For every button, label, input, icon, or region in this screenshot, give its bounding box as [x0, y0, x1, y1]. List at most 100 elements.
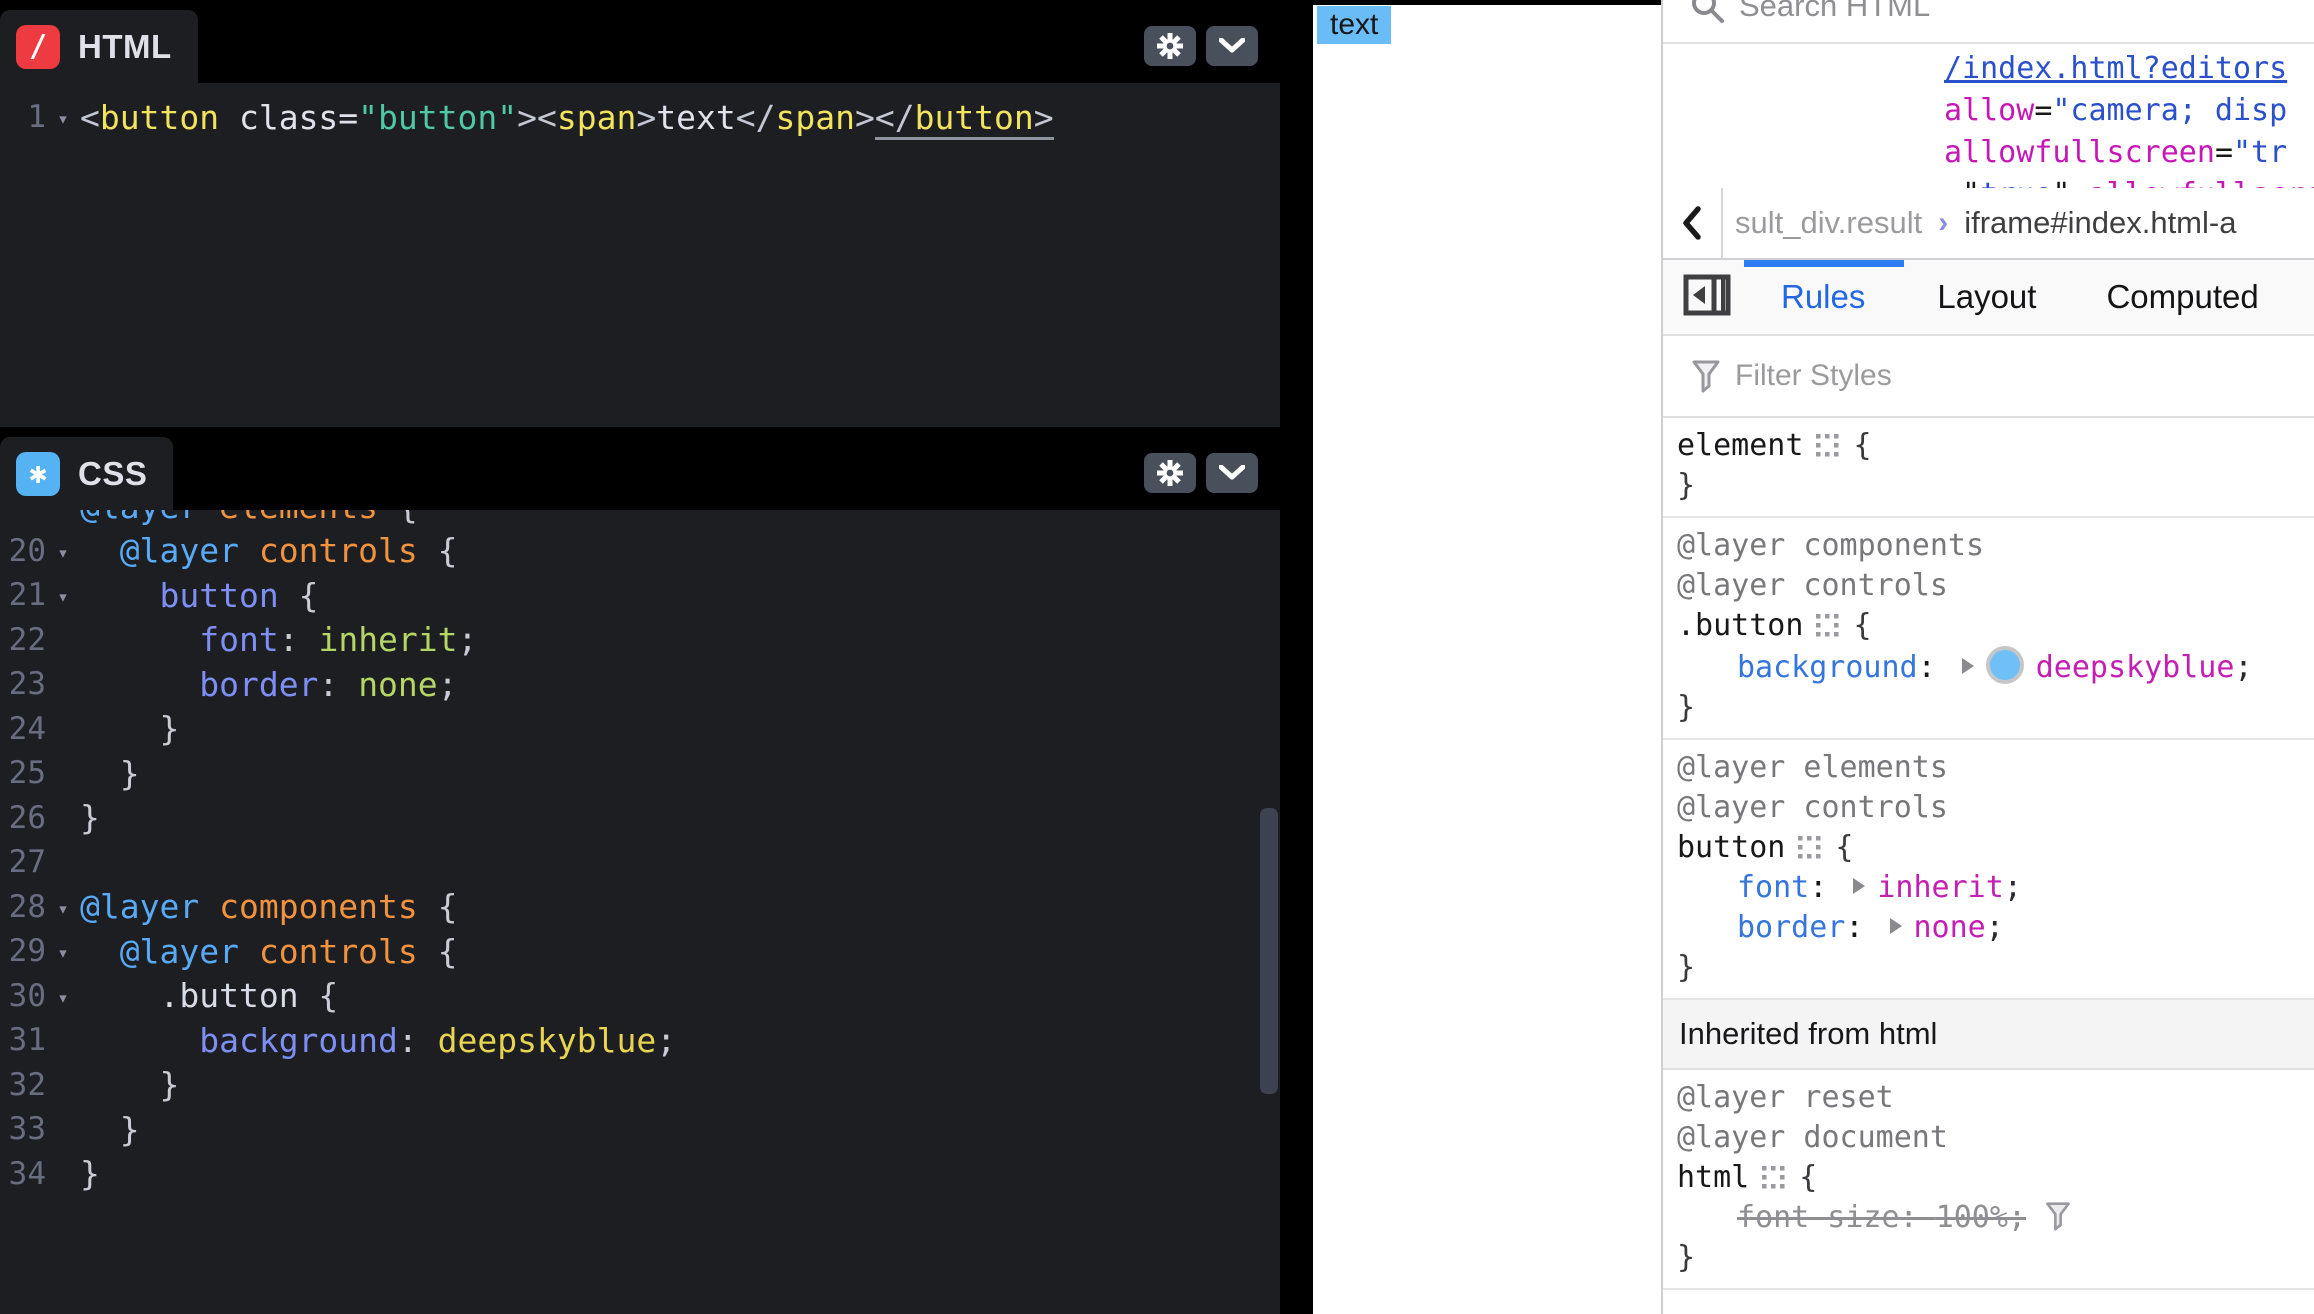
code-line[interactable]: 23 border: none;	[0, 662, 1256, 707]
fold-gutter	[46, 816, 80, 820]
tab-computed[interactable]: Computed	[2106, 278, 2258, 316]
fold-gutter	[46, 1172, 80, 1176]
markup-line[interactable]: allowfullscreen="tr	[1944, 132, 2314, 174]
css-settings-button[interactable]	[1144, 453, 1196, 493]
color-swatch[interactable]	[1986, 646, 2024, 684]
rules-view: element{}@layer components@layer control…	[1663, 418, 2314, 1314]
css-panel-tab[interactable]: ✱ CSS	[0, 437, 173, 510]
fold-gutter	[46, 860, 80, 864]
code-line[interactable]: 27	[0, 840, 1256, 885]
fold-gutter	[46, 727, 80, 731]
markup-view[interactable]: /index.html?editorsallow="camera; dispal…	[1663, 44, 2314, 188]
html-panel-label: HTML	[78, 28, 172, 66]
expand-value-icon[interactable]	[1960, 656, 1976, 676]
line-number: 32	[0, 1067, 46, 1103]
fold-gutter	[46, 1127, 80, 1131]
fold-arrow-icon[interactable]: ▾	[46, 894, 80, 920]
rule-selector[interactable]: element{	[1663, 426, 2314, 466]
code-line[interactable]: 1▾<button class="button"><span>text</spa…	[0, 95, 1256, 140]
code-line[interactable]: 34}	[0, 1152, 1256, 1197]
highlight-selector-icon[interactable]	[1815, 433, 1839, 457]
line-number: 28	[0, 889, 46, 925]
rule-selector[interactable]: html{	[1663, 1158, 2314, 1198]
chevron-down-icon	[1219, 465, 1245, 481]
breadcrumb-item-iframe[interactable]: iframe#index.html-a	[1964, 205, 2236, 241]
rule-selector[interactable]: .button{	[1663, 606, 2314, 646]
editor-preview-divider[interactable]	[1280, 0, 1313, 1314]
html-settings-button[interactable]	[1144, 26, 1196, 66]
preview-top-border	[1313, 0, 1661, 5]
code-line[interactable]: 31 background: deepskyblue;	[0, 1018, 1256, 1063]
code-line[interactable]: 29▾ @layer controls {	[0, 929, 1256, 974]
code-line[interactable]: 21▾ button {	[0, 573, 1256, 618]
code-line[interactable]: 32 }	[0, 1063, 1256, 1108]
tab-layout[interactable]: Layout	[1937, 278, 2036, 316]
markup-line[interactable]: ="true" allowfullscreen="true	[1944, 174, 2314, 188]
search-html-input[interactable]: Search HTML	[1663, 0, 2314, 44]
breadcrumb-back-button[interactable]	[1663, 188, 1721, 258]
css-panel-header: ✱ CSS	[0, 427, 1280, 510]
breadcrumb: sult_div.result › iframe#index.html-a	[1663, 188, 2314, 260]
code-line[interactable]: 28▾@layer components {	[0, 885, 1256, 930]
line-number: 23	[0, 666, 46, 702]
fold-arrow-icon[interactable]: ▾	[46, 104, 80, 130]
preview-text-button[interactable]: text	[1317, 6, 1391, 44]
rule-layer-label: @layer elements	[1663, 748, 2314, 788]
rule-declaration[interactable]: background: deepskyblue;	[1663, 646, 2314, 688]
line-number: 22	[0, 622, 46, 658]
code-line[interactable]: 26}	[0, 796, 1256, 841]
code-line[interactable]: 24 }	[0, 707, 1256, 752]
fold-arrow-icon[interactable]: ▾	[46, 983, 80, 1009]
code-line[interactable]: 33 }	[0, 1107, 1256, 1152]
filter-placeholder: Filter Styles	[1735, 359, 1892, 393]
css-collapse-button[interactable]	[1206, 453, 1258, 493]
sidebar-tabs: Rules Layout Computed	[1663, 260, 2314, 336]
highlight-selector-icon[interactable]	[1815, 613, 1839, 637]
code-line[interactable]: 22 font: inherit;	[0, 618, 1256, 663]
expand-value-icon[interactable]	[1851, 876, 1867, 896]
highlight-selector-icon[interactable]	[1797, 835, 1821, 859]
rule-layer-label: @layer controls	[1663, 566, 2314, 606]
code-line[interactable]: 20▾ @layer controls {	[0, 529, 1256, 574]
rule-selector[interactable]: button{	[1663, 828, 2314, 868]
fold-gutter	[46, 638, 80, 642]
code-text: }	[80, 1065, 179, 1104]
rule-declaration[interactable]: font: inherit;	[1663, 868, 2314, 908]
rule-declaration[interactable]: font-size: 100%;	[1663, 1198, 2314, 1238]
css-code-area[interactable]: @layer elements {20▾ @layer controls {21…	[0, 484, 1256, 1196]
rule-layer-label: @layer document	[1663, 1118, 2314, 1158]
expand-value-icon[interactable]	[1888, 916, 1904, 936]
html-collapse-button[interactable]	[1206, 26, 1258, 66]
markup-line[interactable]: allow="camera; disp	[1944, 90, 2314, 132]
rule-close-brace: }	[1663, 466, 2314, 506]
line-number: 34	[0, 1156, 46, 1192]
breadcrumb-divider	[1721, 188, 1723, 258]
search-placeholder: Search HTML	[1739, 0, 1930, 24]
line-number: 33	[0, 1111, 46, 1147]
css-rule: @layer elements@layer controlsbutton{fon…	[1663, 740, 2314, 1000]
breadcrumb-separator-icon: ›	[1938, 206, 1948, 240]
collapse-sidebar-button[interactable]	[1683, 274, 1731, 321]
fold-arrow-icon[interactable]: ▾	[46, 938, 80, 964]
tab-rules[interactable]: Rules	[1781, 278, 1865, 316]
search-icon	[1689, 0, 1725, 24]
line-number: 1	[0, 99, 46, 135]
css-editor-scrollbar[interactable]	[1260, 808, 1278, 1094]
breadcrumb-item-result-div[interactable]: sult_div.result	[1735, 205, 1922, 241]
inherited-from-html-header: Inherited from html	[1663, 1000, 2314, 1070]
code-line[interactable]: 25 }	[0, 751, 1256, 796]
fold-arrow-icon[interactable]: ▾	[46, 538, 80, 564]
markup-line[interactable]: /index.html?editors	[1944, 48, 2314, 90]
code-text: background: deepskyblue;	[80, 1021, 676, 1060]
code-line[interactable]: 30▾ .button {	[0, 974, 1256, 1019]
html-code-area[interactable]: 1▾<button class="button"><span>text</spa…	[0, 95, 1256, 140]
highlight-selector-icon[interactable]	[1761, 1165, 1785, 1189]
fold-arrow-icon[interactable]: ▾	[46, 582, 80, 608]
rule-declaration[interactable]: border: none;	[1663, 908, 2314, 948]
filter-property-icon[interactable]	[2044, 1201, 2072, 1231]
html-panel-tab[interactable]: / HTML	[0, 10, 198, 83]
line-number: 31	[0, 1022, 46, 1058]
rule-layer-label: @layer controls	[1663, 788, 2314, 828]
line-number: 29	[0, 933, 46, 969]
filter-styles-input[interactable]: Filter Styles	[1663, 336, 2314, 418]
